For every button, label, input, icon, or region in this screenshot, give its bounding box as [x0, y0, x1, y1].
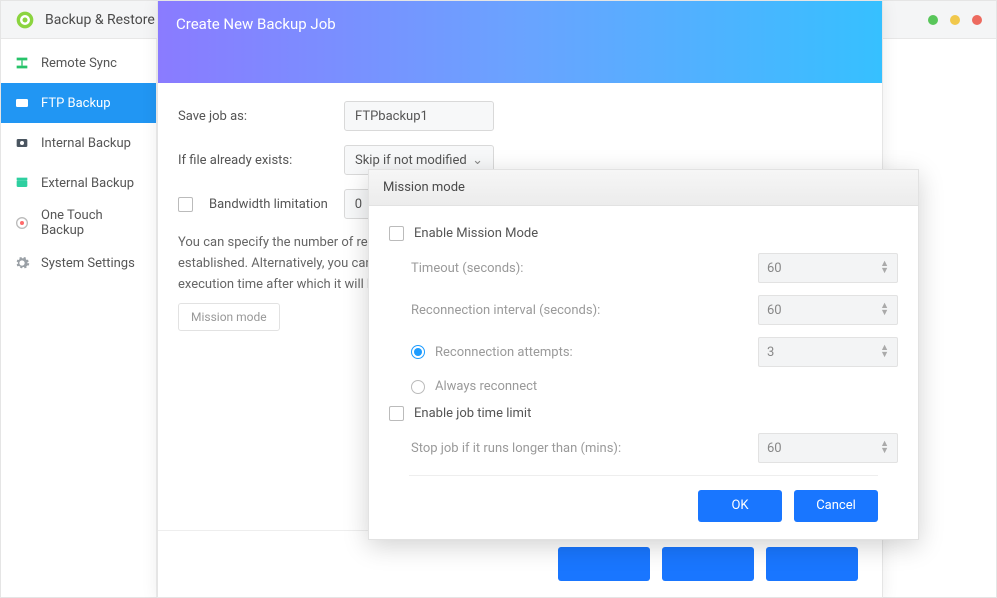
spinner-timeout[interactable]: 60 ▲▼	[758, 253, 898, 283]
spinner-arrows-icon: ▲▼	[880, 261, 889, 275]
sidebar: Remote Sync FTP Backup Internal Backup E…	[1, 39, 157, 597]
label-reconn-attempts: Reconnection attempts:	[435, 345, 758, 360]
label-reconn-interval: Reconnection interval (seconds):	[411, 303, 758, 318]
footer-button-3[interactable]	[766, 547, 858, 581]
sidebar-item-remote-sync[interactable]: Remote Sync	[1, 43, 156, 83]
external-backup-icon	[13, 174, 31, 192]
window-controls	[928, 15, 982, 25]
spinner-reconn-attempts[interactable]: 3 ▲▼	[758, 337, 898, 367]
mission-popover-title: Mission mode	[383, 180, 465, 195]
spinner-stop-job-value: 60	[767, 441, 782, 456]
label-enable-limit: Enable job time limit	[414, 406, 898, 421]
row-reconn-attempts: Reconnection attempts: 3 ▲▼	[389, 337, 898, 367]
select-if-exists-value: Skip if not modified	[355, 153, 467, 168]
mission-popover-header: Mission mode	[369, 170, 918, 206]
label-bandwidth: Bandwidth limitation	[209, 197, 328, 212]
sidebar-item-internal-backup[interactable]: Internal Backup	[1, 123, 156, 163]
header-title: Backup & Restore	[45, 12, 155, 28]
row-enable-limit: Enable job time limit	[389, 406, 898, 421]
row-always-reconnect: Always reconnect	[389, 379, 898, 394]
create-job-header: Create New Backup Job	[158, 1, 882, 83]
row-reconn-interval: Reconnection interval (seconds): 60 ▲▼	[389, 295, 898, 325]
one-touch-icon	[13, 214, 31, 232]
spinner-arrows-icon: ▲▼	[880, 345, 889, 359]
spinner-timeout-value: 60	[767, 261, 782, 276]
row-enable-mission: Enable Mission Mode	[389, 226, 898, 241]
mission-mode-button[interactable]: Mission mode	[178, 303, 280, 331]
footer-button-2[interactable]	[662, 547, 754, 581]
window-minimize-icon[interactable]	[928, 15, 938, 25]
label-if-exists: If file already exists:	[178, 153, 328, 168]
spinner-reconn-attempts-value: 3	[767, 345, 774, 360]
radio-always-reconnect[interactable]	[411, 380, 425, 394]
spinner-reconn-interval[interactable]: 60 ▲▼	[758, 295, 898, 325]
remote-sync-icon	[13, 54, 31, 72]
cancel-button[interactable]: Cancel	[794, 490, 878, 522]
create-job-title: Create New Backup Job	[176, 15, 336, 33]
sidebar-item-label: One Touch Backup	[41, 208, 144, 238]
ok-button[interactable]: OK	[698, 490, 782, 522]
spinner-arrows-icon: ▲▼	[880, 441, 889, 455]
sidebar-item-system-settings[interactable]: System Settings	[1, 243, 156, 283]
mission-mode-popover: Mission mode Enable Mission Mode Timeout…	[368, 169, 919, 540]
app-logo-icon	[15, 10, 35, 30]
create-job-footer	[158, 530, 882, 597]
internal-backup-icon	[13, 134, 31, 152]
sidebar-item-label: FTP Backup	[41, 96, 111, 111]
sidebar-item-one-touch-backup[interactable]: One Touch Backup	[1, 203, 156, 243]
row-timeout: Timeout (seconds): 60 ▲▼	[389, 253, 898, 283]
checkbox-enable-limit[interactable]	[389, 406, 404, 421]
sidebar-item-label: Internal Backup	[41, 136, 131, 151]
footer-button-1[interactable]	[558, 547, 650, 581]
app-window: Backup & Restore Remote Sync FTP Backup …	[0, 0, 997, 598]
window-close-icon[interactable]	[972, 15, 982, 25]
label-stop-job: Stop job if it runs longer than (mins):	[411, 441, 758, 456]
mission-popover-footer: OK Cancel	[409, 475, 878, 535]
sidebar-item-ftp-backup[interactable]: FTP Backup	[1, 83, 156, 123]
label-always-reconnect: Always reconnect	[435, 379, 898, 394]
window-maximize-icon[interactable]	[950, 15, 960, 25]
checkbox-bandwidth[interactable]	[178, 197, 193, 212]
gear-icon	[13, 254, 31, 272]
sidebar-item-label: Remote Sync	[41, 56, 117, 71]
row-save-as: Save job as:	[178, 101, 862, 131]
mission-popover-body: Enable Mission Mode Timeout (seconds): 6…	[369, 206, 918, 539]
ftp-backup-icon	[13, 94, 31, 112]
input-save-as[interactable]	[344, 101, 494, 131]
label-save-as: Save job as:	[178, 109, 328, 124]
spinner-stop-job[interactable]: 60 ▲▼	[758, 433, 898, 463]
spinner-arrows-icon: ▲▼	[880, 303, 889, 317]
spinner-reconn-interval-value: 60	[767, 303, 782, 318]
label-enable-mission: Enable Mission Mode	[414, 226, 898, 241]
sidebar-item-label: External Backup	[41, 176, 134, 191]
radio-reconn-attempts[interactable]	[411, 345, 425, 359]
row-stop-job: Stop job if it runs longer than (mins): …	[389, 433, 898, 463]
checkbox-enable-mission[interactable]	[389, 226, 404, 241]
sidebar-item-label: System Settings	[41, 256, 135, 271]
chevron-down-icon: ⌄	[472, 153, 483, 168]
label-timeout: Timeout (seconds):	[411, 261, 758, 276]
sidebar-item-external-backup[interactable]: External Backup	[1, 163, 156, 203]
